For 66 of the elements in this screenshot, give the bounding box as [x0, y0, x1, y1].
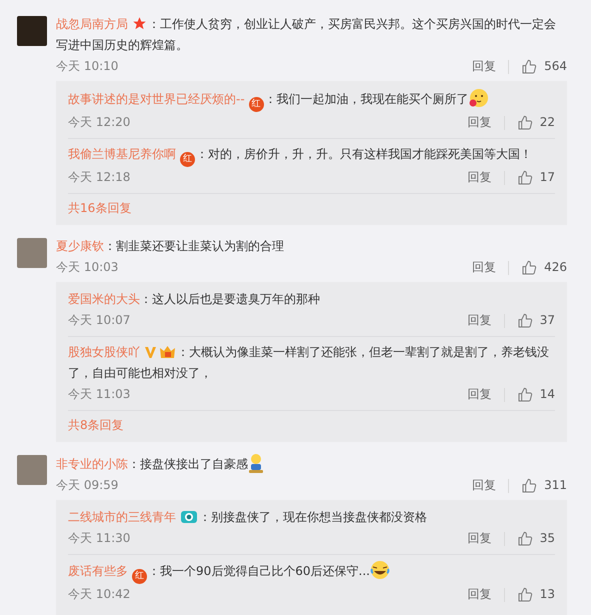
like-count: 22 [540, 114, 555, 131]
comment-text: 我偷兰博基尼养你啊 红 ：对的，房价升，升，升。只有这样我国才能踩死美国等大国！ [68, 144, 555, 167]
like-count: 14 [540, 386, 555, 403]
timestamp: 今天 10:07 [68, 312, 132, 329]
more-replies-link[interactable]: 共16条回复 [68, 198, 132, 219]
member-badge: 红 [132, 569, 147, 584]
reply-link[interactable]: 回复 [468, 112, 492, 133]
thumbs-up-icon[interactable] [516, 586, 533, 602]
thumbs-up-icon[interactable] [516, 386, 533, 402]
timestamp: 今天 09:59 [56, 477, 120, 494]
timestamp: 今天 10:10 [56, 58, 120, 75]
comment-text: 二线城市的三线青年 ：别接盘侠了，现在你想当接盘侠都没资格 [68, 508, 428, 526]
like-count: 564 [544, 58, 567, 75]
blushing-face-icon [468, 88, 489, 108]
thumbs-up-icon[interactable] [521, 478, 538, 494]
like-count: 35 [540, 530, 555, 547]
thumbs-up-icon[interactable] [521, 260, 538, 276]
like-count: 37 [540, 312, 555, 329]
thumbs-up-icon[interactable] [516, 312, 533, 328]
star-icon [132, 16, 147, 31]
timestamp: 今天 12:18 [68, 169, 132, 186]
thumbs-up-icon[interactable] [516, 170, 533, 186]
username-link[interactable]: 废话有些多 [68, 564, 128, 578]
comment-text: 战忽局南方局 ：工作使人贫穷，创业让人破产，买房富民兴邦。这个买房兴国的时代一定会写进中国历史的辉煌篇。 [56, 15, 557, 54]
reply-link[interactable]: 回复 [468, 167, 492, 188]
reply-link[interactable]: 回复 [472, 475, 496, 496]
thumbs-up-icon[interactable] [521, 58, 538, 74]
timestamp: 今天 11:03 [68, 386, 132, 403]
like-count: 13 [540, 586, 555, 603]
verified-v-icon [144, 344, 157, 359]
username-link[interactable]: 夏少康钦 [56, 239, 104, 253]
laughing-crying-face-icon [370, 560, 390, 580]
username-link[interactable]: 非专业的小陈 [56, 457, 128, 471]
username-link[interactable]: 爱国米的大头 [68, 292, 140, 306]
cartoon-figure-icon [248, 453, 264, 473]
timestamp: 今天 12:20 [68, 114, 132, 131]
reply-link[interactable]: 回复 [468, 528, 492, 549]
reply-link[interactable]: 回复 [472, 56, 496, 77]
crown-icon [159, 344, 176, 359]
reply-link[interactable]: 回复 [468, 310, 492, 331]
comment-text: 爱国米的大头：这人以后也是要遗臭万年的那种 [68, 291, 321, 308]
username-link[interactable]: 战忽局南方局 [56, 17, 128, 31]
username-link[interactable]: 我偷兰博基尼养你啊 [68, 147, 176, 161]
member-badge: 红 [248, 97, 264, 112]
reply-link[interactable]: 回复 [468, 584, 492, 605]
comment-text: 股独女股侠吖 ：大概认为像韭菜一样割了还能张，但老一辈割了就是割了，养老钱没了，自由可能也相对没了， [68, 343, 550, 382]
timestamp: 今天 10:03 [56, 259, 120, 276]
thumbs-up-icon[interactable] [516, 530, 533, 546]
thumbs-up-icon[interactable] [516, 114, 533, 130]
username-link[interactable]: 股独女股侠吖 [68, 345, 140, 359]
comment-text: 废话有些多 红 ：我一个90后觉得自己比个60后还保守... [68, 560, 555, 584]
username-link[interactable]: 二线城市的三线青年 [68, 510, 176, 524]
like-count: 17 [540, 169, 555, 186]
username-link[interactable]: 故事讲述的是对世界已经厌烦的-- [68, 92, 245, 106]
like-count: 426 [544, 259, 567, 276]
comment-text: 故事讲述的是对世界已经厌烦的-- 红 ：我们一起加油，我现在能买个厕所了 [68, 88, 555, 112]
comment-text: 非专业的小陈：接盘侠接出了自豪感 [56, 453, 567, 475]
comment-text: 夏少康钦：割韭菜还要让韭菜认为割的合理 [56, 238, 285, 255]
camera-icon [180, 509, 198, 524]
reply-link[interactable]: 回复 [472, 257, 496, 278]
reply-link[interactable]: 回复 [468, 384, 492, 405]
like-count: 311 [544, 477, 567, 494]
timestamp: 今天 10:42 [68, 586, 132, 603]
timestamp: 今天 11:30 [68, 530, 132, 547]
member-badge: 红 [180, 152, 195, 167]
more-replies-link[interactable]: 共8条回复 [68, 415, 124, 436]
